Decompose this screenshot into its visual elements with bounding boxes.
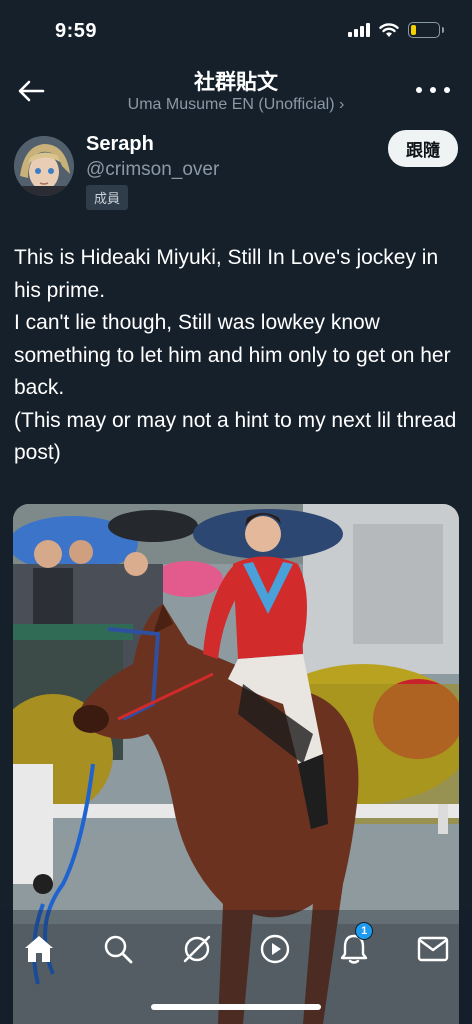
- nav-video[interactable]: [256, 930, 294, 968]
- page-title: 社群貼文: [194, 71, 278, 94]
- post-author: Seraph @crimson_over 成員 跟隨: [14, 130, 458, 210]
- home-icon: [25, 936, 53, 962]
- post-line: (This may or may not a hint to my next l…: [14, 408, 457, 465]
- status-bar: 9:59: [0, 0, 472, 62]
- community-link[interactable]: Uma Musume EN (Unofficial) ›: [0, 96, 472, 114]
- search-icon: [104, 935, 133, 964]
- status-time: 9:59: [55, 20, 98, 42]
- role-badge: 成員: [86, 185, 129, 210]
- post-line: I can't lie though, Still was lowkey kno…: [14, 311, 451, 399]
- nav-notifications[interactable]: 1: [335, 922, 374, 968]
- cellular-signal-icon: [348, 23, 370, 37]
- follow-button[interactable]: 跟隨: [388, 130, 458, 167]
- header: 社群貼文 Uma Musume EN (Unofficial) ›: [0, 62, 472, 122]
- nav-messages[interactable]: [414, 930, 452, 968]
- author-handle[interactable]: @crimson_over: [86, 159, 219, 181]
- more-dots-icon: [416, 87, 422, 93]
- nav-home[interactable]: [20, 930, 58, 968]
- more-button[interactable]: [416, 80, 450, 100]
- notification-badge: 1: [355, 922, 374, 940]
- nav-grok[interactable]: [178, 930, 216, 968]
- nav-search[interactable]: [99, 930, 137, 968]
- wifi-icon: [379, 22, 399, 37]
- home-indicator[interactable]: [151, 1004, 321, 1010]
- status-icons: [348, 22, 444, 38]
- post-line: This is Hideaki Miyuki, Still In Love's …: [14, 246, 439, 302]
- battery-icon: [408, 22, 444, 38]
- messages-envelope-icon: [417, 936, 449, 962]
- grok-icon: [183, 935, 210, 963]
- author-name[interactable]: Seraph: [86, 133, 154, 156]
- avatar[interactable]: [14, 136, 74, 196]
- post-text: This is Hideaki Miyuki, Still In Love's …: [14, 242, 458, 470]
- video-play-icon: [261, 934, 290, 964]
